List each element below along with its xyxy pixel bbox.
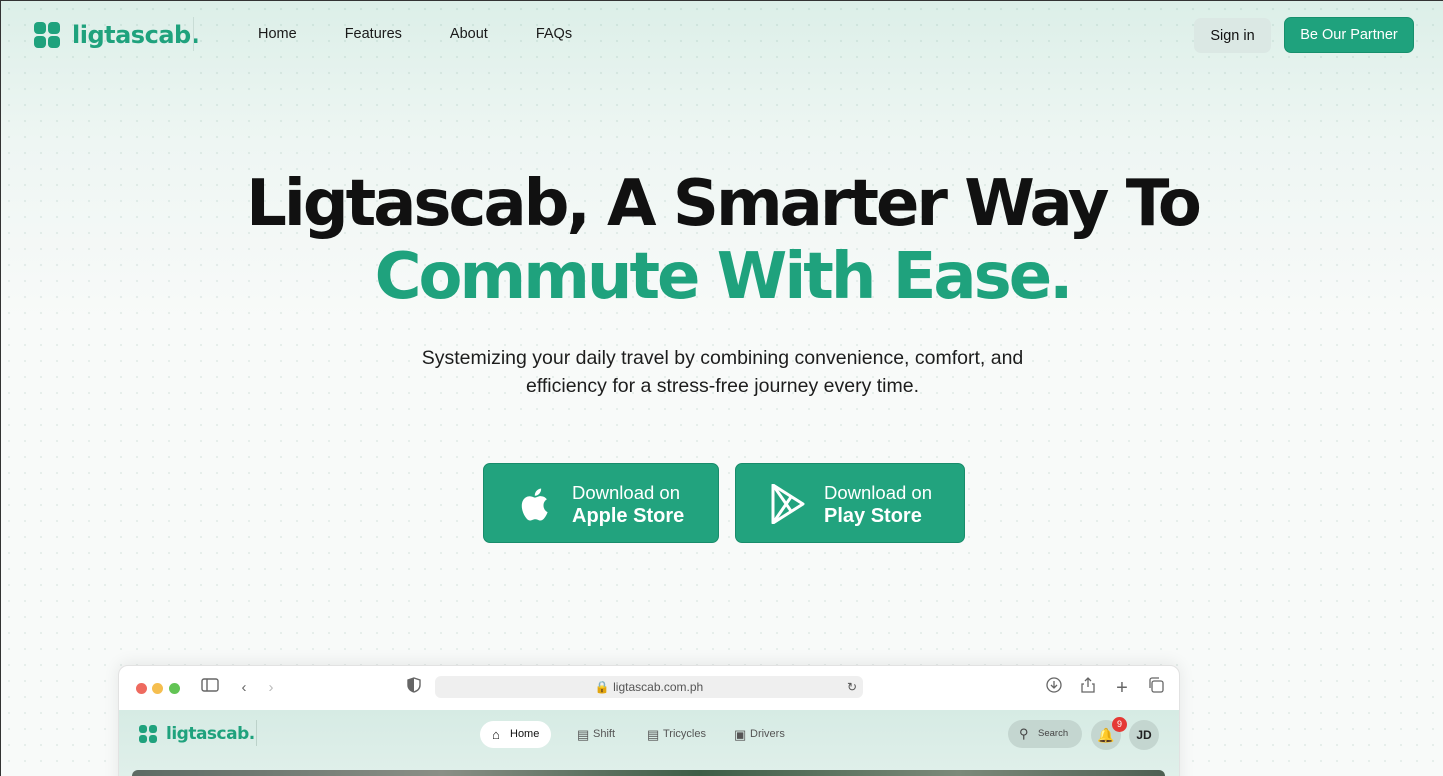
hero-title-line2: Commute With Ease. [374,240,1074,314]
preview-hero-image [132,770,1165,776]
url-bar: 🔒 ligtascab.com.ph ↻ [435,676,863,698]
preview-search-label: Search [1038,728,1069,739]
preview-brand-logo: ligtascab. [139,724,255,744]
preview-tab-tricycles-label: Tricycles [663,728,706,740]
nav-link-about[interactable]: About [450,26,488,42]
apple-download-store-label: Apple Store [572,505,685,527]
preview-tab-drivers: ▣ Drivers [724,721,785,748]
vehicle-icon: ▤ [647,727,660,742]
notification-badge: 9 [1112,717,1127,732]
id-card-icon: ▣ [734,727,747,742]
play-download-small-label: Download on [824,482,932,503]
brand-logo[interactable]: ligtascab. [34,21,200,49]
sidebar-icon [199,677,221,699]
hero-subtitle: Systemizing your daily travel by combini… [1,344,1443,400]
logo-icon [34,22,60,48]
download-icon [1043,677,1065,699]
play-download-store-label: Play Store [824,505,922,527]
hero-subtitle-line2: efficiency for a stress-free journey eve… [525,375,920,397]
minimize-window-dot [152,683,163,694]
preview-search: ⚲ Search [1008,720,1082,748]
sign-in-button[interactable]: Sign in [1194,18,1271,53]
back-icon: ‹ [241,679,247,696]
apple-icon [518,484,554,524]
browser-preview-window: ‹ › 🔒 ligtascab.com.ph ↻ + ligtascab. ⌂ … [118,665,1180,776]
preview-divider [256,720,257,746]
list-icon: ▤ [577,727,590,742]
preview-tab-tricycles: ▤ Tricycles [637,721,706,748]
nav-link-home[interactable]: Home [258,26,297,42]
nav-link-faqs[interactable]: FAQs [536,26,572,42]
nav-links: Home Features About FAQs [258,26,620,42]
preview-tab-home: ⌂ Home [480,721,552,748]
preview-brand-name: ligtascab. [166,724,255,744]
preview-tab-home-label: Home [510,728,540,740]
be-our-partner-button[interactable]: Be Our Partner [1284,17,1414,53]
nav-divider [193,17,194,51]
privacy-shield-icon [403,677,425,699]
close-window-dot [136,683,147,694]
download-play-store-button[interactable]: Download on Play Store [735,463,965,543]
download-apple-store-button[interactable]: Download on Apple Store [483,463,719,543]
reload-icon: ↻ [846,680,857,694]
preview-app-header: ligtascab. ⌂ Home ▤ Shift ▤ Tricycles ▣ … [119,710,1179,776]
preview-tab-shift: ▤ Shift [567,721,615,748]
lock-icon: 🔒 [594,680,610,694]
forward-icon: › [268,679,274,696]
play-store-icon [770,483,806,525]
avatar: JD [1129,720,1159,750]
hero-title-line1: Ligtascab, A Smarter Way To [246,167,1202,241]
brand-name: ligtascab. [72,21,200,49]
preview-tab-drivers-label: Drivers [750,728,785,740]
search-icon: ⚲ [1019,726,1029,741]
preview-logo-icon [139,725,157,743]
home-icon: ⌂ [492,727,500,742]
top-navbar: ligtascab. Home Features About FAQs Sign… [1,1,1443,69]
url-text: ligtascab.com.ph [613,680,704,694]
nav-link-features[interactable]: Features [345,26,402,42]
apple-download-small-label: Download on [572,482,680,503]
tabs-overview-icon [1145,677,1167,699]
maximize-window-dot [169,683,180,694]
hero-subtitle-line1: Systemizing your daily travel by combini… [421,347,1024,369]
share-icon [1077,677,1099,699]
preview-tab-shift-label: Shift [593,728,616,740]
new-tab-icon: + [1116,677,1128,699]
